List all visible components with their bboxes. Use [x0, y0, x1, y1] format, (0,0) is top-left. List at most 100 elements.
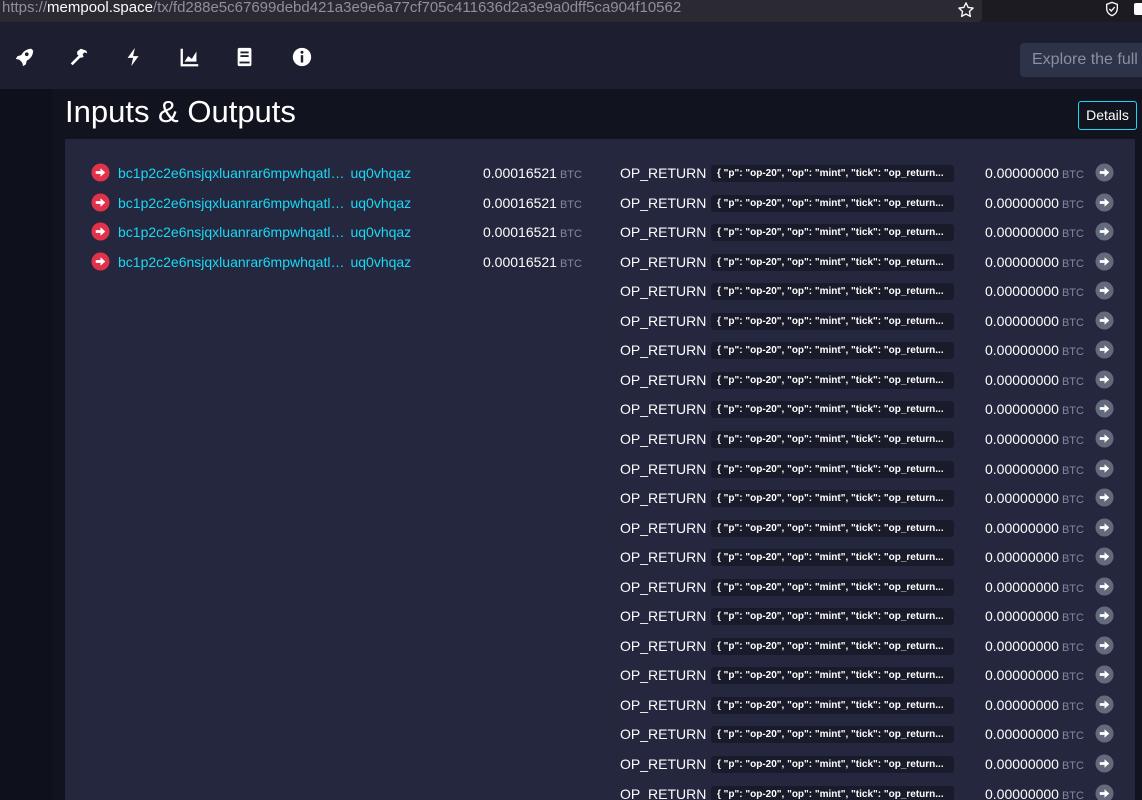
- amount-unit: BTC: [1061, 376, 1084, 388]
- output-arrow-icon[interactable]: [1095, 252, 1114, 271]
- output-arrow-icon[interactable]: [1095, 311, 1114, 330]
- op-return-data: { "p": "op-20", "op": "mint", "tick": "o…: [711, 224, 954, 241]
- amount-unit: BTC: [1061, 701, 1084, 713]
- amount-value: 0.00000000: [985, 786, 1059, 800]
- output-amount: 0.00000000 BTC: [985, 579, 1084, 595]
- output-amount: 0.00000000 BTC: [985, 520, 1084, 536]
- amount-value: 0.00000000: [985, 579, 1059, 595]
- extension-icon[interactable]: [1134, 1, 1142, 17]
- output-amount: 0.00000000 BTC: [985, 608, 1084, 624]
- op-return-data: { "p": "op-20", "op": "mint", "tick": "o…: [711, 283, 954, 300]
- output-amount: 0.00000000 BTC: [985, 756, 1084, 772]
- amount-unit: BTC: [1061, 583, 1084, 595]
- input-address-link[interactable]: bc1p2c2e6nsjqxluanrar6mpwhqatl… uq0vhqaz: [118, 254, 411, 270]
- search-input[interactable]: [1020, 43, 1142, 77]
- output-script-type: OP_RETURN: [620, 579, 707, 595]
- input-address-link[interactable]: bc1p2c2e6nsjqxluanrar6mpwhqatl… uq0vhqaz: [118, 165, 411, 181]
- url-bar[interactable]: https://mempool.space/tx/fd288e5c67699de…: [0, 0, 982, 22]
- output-amount: 0.00000000 BTC: [985, 372, 1084, 388]
- op-return-data: { "p": "op-20", "op": "mint", "tick": "o…: [711, 254, 954, 271]
- output-script-type: OP_RETURN: [620, 431, 707, 447]
- output-amount: 0.00000000 BTC: [985, 431, 1084, 447]
- output-amount: 0.00000000 BTC: [985, 667, 1084, 683]
- output-arrow-icon[interactable]: [1095, 340, 1114, 359]
- output-amount: 0.00000000 BTC: [985, 638, 1084, 654]
- output-arrow-icon[interactable]: [1095, 429, 1114, 448]
- op-return-data: { "p": "op-20", "op": "mint", "tick": "o…: [711, 667, 954, 684]
- address-tail: uq0vhqaz: [350, 224, 412, 240]
- output-arrow-icon[interactable]: [1095, 281, 1114, 300]
- url-host: mempool.space: [47, 0, 153, 16]
- address-head: bc1p2c2e6nsjqxluanrar6mpwhqatl…: [118, 195, 345, 211]
- output-script-type: OP_RETURN: [620, 490, 707, 506]
- output-arrow-icon[interactable]: [1095, 577, 1114, 596]
- amount-unit: BTC: [1061, 228, 1084, 240]
- output-amount: 0.00000000 BTC: [985, 313, 1084, 329]
- amount-value: 0.00000000: [985, 549, 1059, 565]
- amount-value: 0.00016521: [483, 165, 557, 181]
- output-arrow-icon[interactable]: [1095, 163, 1114, 182]
- op-return-data: { "p": "op-20", "op": "mint", "tick": "o…: [711, 786, 954, 800]
- output-amount: 0.00000000 BTC: [985, 549, 1084, 565]
- details-button[interactable]: Details: [1078, 101, 1137, 130]
- output-arrow-icon[interactable]: [1095, 665, 1114, 684]
- amount-unit: BTC: [559, 228, 582, 240]
- op-return-data: { "p": "op-20", "op": "mint", "tick": "o…: [711, 579, 954, 596]
- amount-value: 0.00000000: [985, 431, 1059, 447]
- amount-value: 0.00000000: [985, 667, 1059, 683]
- input-address-link[interactable]: bc1p2c2e6nsjqxluanrar6mpwhqatl… uq0vhqaz: [118, 224, 411, 240]
- book-icon[interactable]: [234, 46, 256, 68]
- amount-unit: BTC: [559, 199, 582, 211]
- output-arrow-icon[interactable]: [1095, 784, 1114, 800]
- output-arrow-icon[interactable]: [1095, 724, 1114, 743]
- top-navbar: [0, 22, 1142, 89]
- hammer-icon[interactable]: [68, 46, 90, 68]
- output-arrow-icon[interactable]: [1095, 518, 1114, 537]
- chart-icon[interactable]: [179, 46, 201, 68]
- amount-unit: BTC: [1061, 494, 1084, 506]
- bookmark-star-icon[interactable]: [957, 1, 975, 19]
- input-arrow-icon[interactable]: [91, 163, 110, 182]
- input-arrow-icon[interactable]: [91, 252, 110, 271]
- output-arrow-icon[interactable]: [1095, 547, 1114, 566]
- amount-value: 0.00000000: [985, 726, 1059, 742]
- output-arrow-icon[interactable]: [1095, 488, 1114, 507]
- output-arrow-icon[interactable]: [1095, 636, 1114, 655]
- input-arrow-icon[interactable]: [91, 222, 110, 241]
- op-return-data: { "p": "op-20", "op": "mint", "tick": "o…: [711, 490, 954, 507]
- url-scheme: https://: [2, 0, 48, 16]
- op-return-data: { "p": "op-20", "op": "mint", "tick": "o…: [711, 697, 954, 714]
- lightning-icon[interactable]: [123, 46, 145, 68]
- input-arrow-icon[interactable]: [91, 193, 110, 212]
- amount-value: 0.00000000: [985, 608, 1059, 624]
- address-head: bc1p2c2e6nsjqxluanrar6mpwhqatl…: [118, 165, 345, 181]
- output-amount: 0.00000000 BTC: [985, 786, 1084, 800]
- output-arrow-icon[interactable]: [1095, 370, 1114, 389]
- amount-value: 0.00000000: [985, 342, 1059, 358]
- output-arrow-icon[interactable]: [1095, 695, 1114, 714]
- page-margin: [0, 89, 52, 800]
- output-arrow-icon[interactable]: [1095, 222, 1114, 241]
- output-amount: 0.00000000 BTC: [985, 401, 1084, 417]
- amount-value: 0.00000000: [985, 372, 1059, 388]
- amount-unit: BTC: [1061, 612, 1084, 624]
- output-script-type: OP_RETURN: [620, 165, 707, 181]
- op-return-data: { "p": "op-20", "op": "mint", "tick": "o…: [711, 461, 954, 478]
- output-arrow-icon[interactable]: [1095, 399, 1114, 418]
- info-icon[interactable]: [291, 46, 313, 68]
- address-head: bc1p2c2e6nsjqxluanrar6mpwhqatl…: [118, 254, 345, 270]
- output-arrow-icon[interactable]: [1095, 193, 1114, 212]
- output-amount: 0.00000000 BTC: [985, 165, 1084, 181]
- amount-unit: BTC: [1061, 199, 1084, 211]
- output-arrow-icon[interactable]: [1095, 459, 1114, 478]
- output-arrow-icon[interactable]: [1095, 606, 1114, 625]
- op-return-data: { "p": "op-20", "op": "mint", "tick": "o…: [711, 401, 954, 418]
- output-arrow-icon[interactable]: [1095, 754, 1114, 773]
- rocket-icon[interactable]: [13, 46, 35, 68]
- amount-unit: BTC: [1061, 169, 1084, 181]
- input-address-link[interactable]: bc1p2c2e6nsjqxluanrar6mpwhqatl… uq0vhqaz: [118, 195, 411, 211]
- amount-unit: BTC: [1061, 287, 1084, 299]
- op-return-data: { "p": "op-20", "op": "mint", "tick": "o…: [711, 165, 954, 182]
- tracking-shield-icon[interactable]: [1104, 1, 1120, 17]
- output-script-type: OP_RETURN: [620, 756, 707, 772]
